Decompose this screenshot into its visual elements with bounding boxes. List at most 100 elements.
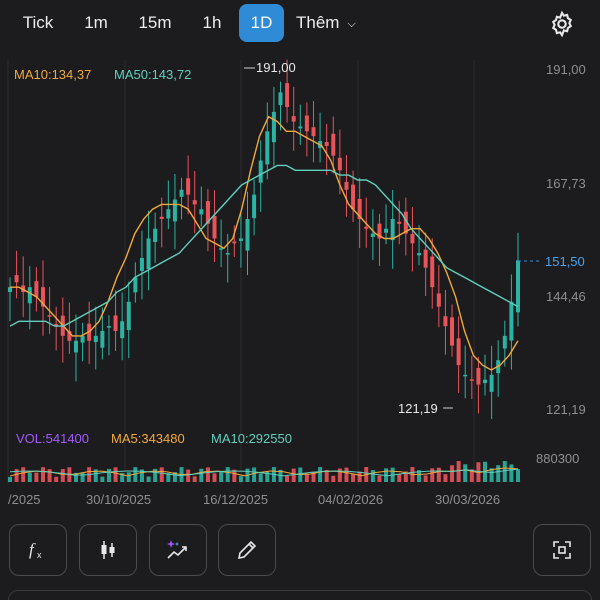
series-line-ma10 [10,115,519,371]
volume-bar [252,467,257,482]
volume-bar [186,469,191,482]
tab-1m[interactable]: 1m [76,4,116,42]
volume-bar [192,476,197,482]
tab-1d[interactable]: 1D [239,4,284,42]
candle-body [100,330,105,348]
candle-body [153,228,158,243]
timeframe-tabs: Tick 1m 15m 1h 1D Thêm ⌵ [0,0,600,48]
volume-bar [21,467,26,482]
candle-body [489,374,494,392]
candle-body [410,233,415,244]
volume-bar [496,465,501,482]
svg-text:x: x [37,550,42,560]
chart-type-button[interactable] [79,524,137,576]
candle-body [172,199,177,222]
candle-body [509,301,514,341]
volume-bar [285,475,290,482]
candle-body [159,216,164,219]
candle-body [219,248,224,250]
tab-1h[interactable]: 1h [192,4,232,42]
y-tick: 121,19 [546,402,586,417]
volume-bar [516,469,520,482]
candle-body [47,315,52,317]
volume-bar [238,476,243,482]
volume-bar [509,464,514,482]
candle-body [390,218,395,241]
candle-body [265,131,270,165]
candle-body [364,226,369,229]
more-dropdown[interactable]: Thêm ⌵ [296,4,356,42]
candle-body [291,116,296,122]
candle-body [232,241,237,244]
candle-body [120,321,125,339]
candle-body [443,316,448,327]
bottom-panel[interactable] [8,590,592,600]
more-label: Thêm [296,13,340,32]
candle-body [245,218,250,251]
volume-bar [357,471,362,482]
gear-icon[interactable] [548,10,576,38]
volume-bar [397,473,402,482]
candlestick-icon [101,541,115,559]
y-tick: 144,46 [546,289,586,304]
draw-tool-button[interactable] [218,524,276,576]
series-line-ma50 [9,164,519,327]
volume-bar [212,473,217,482]
candle-body [351,184,356,210]
svg-text:f: f [29,540,36,559]
candle-body [285,83,290,107]
tab-tick[interactable]: Tick [14,4,62,42]
volume-bar [60,469,65,482]
sparkle-chart-icon [167,540,187,559]
volume-bar [205,467,210,482]
price-chart[interactable]: MA10:134,37 MA50:143,72 191,00 121,19 19… [0,48,600,518]
candle-body [192,200,197,205]
volume-bar [8,477,12,482]
volume-bar [54,476,59,482]
volume-ma5-label: MA5:343480 [111,431,185,446]
volume-bar [304,473,309,482]
candle-body [502,335,507,349]
indicator-function-button[interactable]: f x [9,524,67,576]
candle-body [166,209,171,219]
candle-body [417,253,422,256]
pencil-icon [237,540,257,560]
x-tick: 04/02/2026 [318,492,383,507]
volume-bar [436,467,441,482]
candle-body [370,233,375,238]
y-tick: 191,00 [546,62,586,77]
candle-body [423,249,428,268]
tab-15m[interactable]: 15m [130,4,180,42]
candle-body [278,92,283,106]
volume-bar [100,476,105,482]
candle-body [252,194,257,219]
candle-body [436,293,441,307]
fullscreen-button[interactable] [533,524,591,576]
candle-body [311,127,316,137]
candle-body [27,287,32,304]
candle-body [516,260,520,313]
candle-body [324,142,329,146]
low-label: 121,19 [398,401,438,416]
candle-body [93,335,98,343]
candle-body [337,157,342,171]
candle-body [271,111,276,143]
candle-body [80,335,85,343]
candle-body [139,257,144,271]
ai-analysis-button[interactable] [149,524,207,576]
candle-body [384,228,389,233]
volume-bar [331,475,336,482]
volume-bar [199,468,204,482]
volume-bar [219,471,224,482]
volume-bar [291,468,296,482]
volume-ma-lines [9,467,519,477]
candle-body [186,178,191,195]
fullscreen-icon [553,541,571,559]
candle-body [397,221,402,224]
volume-bar [34,472,39,482]
volume-bar [258,473,263,482]
volume-bar [337,468,342,482]
function-icon: f x [29,540,42,560]
candle-body [430,256,435,288]
x-tick: /2025 [8,492,41,507]
